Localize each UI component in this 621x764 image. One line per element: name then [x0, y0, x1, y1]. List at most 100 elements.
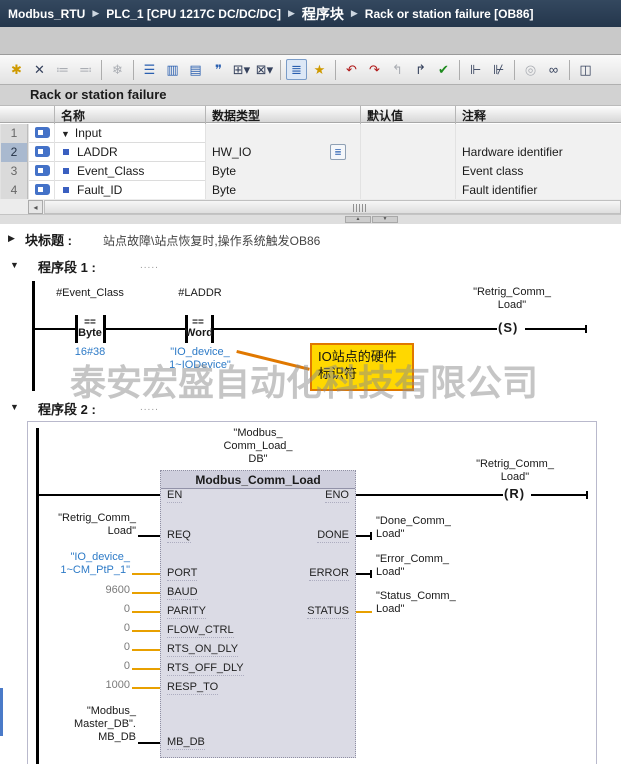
favorites-button[interactable]: ★ — [309, 59, 330, 80]
expand-down-icon[interactable]: ▼ — [10, 260, 19, 270]
network-comments-button[interactable]: ❞ — [208, 59, 229, 80]
network1-label[interactable]: 程序段 1 : — [38, 257, 96, 276]
resp-to-value[interactable]: 1000 — [20, 679, 130, 692]
comment-cell[interactable]: Event class — [455, 162, 621, 181]
absolute-operands-button[interactable]: ▥ — [162, 59, 183, 80]
breadcrumb-item-project[interactable]: Modbus_RTU — [8, 7, 85, 21]
instance-db-name[interactable]: "Modbus_ Comm_Load_ DB" — [183, 427, 333, 466]
rts-on-dly-value[interactable]: 0 — [20, 641, 130, 654]
insert-rung-button[interactable]: ≕ — [75, 59, 96, 80]
default-cell[interactable] — [360, 162, 455, 181]
breadcrumb-separator-icon: ▶ — [288, 8, 295, 19]
expand-right-icon[interactable]: ▶ — [8, 233, 15, 244]
coil-operand[interactable]: "Retrig_Comm_ Load" — [452, 286, 572, 312]
disable-en-eno-button[interactable]: ⊮ — [488, 59, 509, 80]
comment-cell[interactable]: Fault identifier — [455, 181, 621, 200]
network2-label[interactable]: 程序段 2 : — [38, 399, 96, 418]
comment-cell[interactable]: Hardware identifier — [455, 143, 621, 162]
comment-cell[interactable] — [455, 124, 621, 143]
error-operand[interactable]: "Error_Comm_Load" — [376, 553, 486, 579]
mb-db-operand[interactable]: "Modbus_Master_DB".MB_DB — [20, 705, 136, 744]
contact1-type[interactable]: Byte — [72, 327, 108, 340]
go-to-next-error-button[interactable]: ↱ — [410, 59, 431, 80]
set-coil[interactable]: (S) — [498, 320, 518, 335]
contact1-compare-value[interactable]: 16#38 — [60, 346, 120, 359]
hscroll-grip[interactable] — [353, 204, 366, 212]
column-header-default[interactable]: 默认值 — [360, 106, 455, 124]
rts-off-dly-value[interactable]: 0 — [20, 660, 130, 673]
redo-button[interactable]: ↷ — [364, 59, 385, 80]
comment-callout[interactable]: IO站点的硬件 标识符 — [310, 343, 414, 391]
undo-button[interactable]: ↶ — [341, 59, 362, 80]
parity-value[interactable]: 0 — [20, 603, 130, 616]
row-expander-icon[interactable]: ▼ — [61, 129, 70, 139]
contact2-type[interactable]: Word — [180, 327, 218, 340]
pin-flow-ctrl: FLOW_CTRL — [167, 624, 234, 638]
type-cell[interactable]: Byte — [205, 162, 360, 181]
insert-empty-rung-button[interactable]: ≔ — [52, 59, 73, 80]
flow-ctrl-value[interactable]: 0 — [20, 622, 130, 635]
type-cell[interactable]: HW_IO ≣ — [205, 143, 360, 162]
name-cell[interactable]: LADDR — [54, 143, 205, 162]
hscroll-track[interactable] — [44, 200, 621, 214]
editor-toolbar: ✱ ✕ ≔ ≕ ❄ ☰ ▥ ▤ ❞ ⊞▾ ⊠▾ ≣ ★ ↶ ↷ ↰ ↱ ✔ ⊩ … — [0, 55, 621, 85]
baud-value[interactable]: 9600 — [20, 584, 130, 597]
breadcrumb-item-program-blocks[interactable]: 程序块 — [302, 4, 344, 24]
column-header-datatype[interactable]: 数据类型 — [205, 106, 360, 124]
name-cell[interactable]: Fault_ID — [54, 181, 205, 200]
table-row: 1 ▼Input — [0, 124, 621, 143]
expand-down-icon[interactable]: ▼ — [10, 402, 19, 412]
pin-resp-to: RESP_TO — [167, 681, 218, 695]
default-cell[interactable] — [360, 143, 455, 162]
go-to-previous-error-button[interactable]: ↰ — [387, 59, 408, 80]
req-operand[interactable]: "Retrig_Comm_Load" — [20, 512, 136, 538]
type-cell[interactable]: Byte — [205, 181, 360, 200]
io-tag-icon — [28, 143, 54, 162]
insert-network-button[interactable]: ✱ — [6, 59, 27, 80]
reset-coil-operand[interactable]: "Retrig_Comm_Load" — [455, 458, 575, 484]
keep-actual-values-button[interactable]: ❄ — [107, 59, 128, 80]
breadcrumb-item-block[interactable]: Rack or station failure [OB86] — [365, 7, 534, 21]
collapse-networks-button[interactable]: ☰ — [139, 59, 160, 80]
modbus-comm-load-block[interactable]: Modbus_Comm_Load EN REQ PORT BAUD PARITY… — [160, 470, 356, 758]
splitter-down-button[interactable]: ▼ — [372, 216, 398, 223]
fb-title: Modbus_Comm_Load — [161, 471, 355, 489]
delete-network-button[interactable]: ✕ — [29, 59, 50, 80]
symbolic-operands-button[interactable]: ▤ — [185, 59, 206, 80]
insert-box-button[interactable]: ⊞▾ — [231, 59, 252, 80]
name-cell[interactable]: ▼Input — [54, 124, 205, 143]
scroll-left-button[interactable]: ◂ — [28, 200, 43, 214]
type-cell[interactable] — [205, 124, 360, 143]
default-cell[interactable] — [360, 181, 455, 200]
network1-comment-placeholder[interactable]: ..... — [140, 260, 159, 271]
column-header-name[interactable]: 名称 — [54, 106, 205, 124]
pin-eno: ENO — [325, 489, 349, 503]
open-branch-button[interactable]: ≣ — [286, 59, 307, 80]
contact2-operand[interactable]: #LADDR — [150, 287, 250, 300]
status-operand[interactable]: "Status_Comm_Load" — [376, 590, 486, 616]
consistency-check-button[interactable]: ✔ — [433, 59, 454, 80]
error-tick — [370, 570, 372, 578]
enable-en-eno-button[interactable]: ⊩ — [465, 59, 486, 80]
contact1-operand[interactable]: #Event_Class — [40, 287, 140, 300]
splitter-up-button[interactable]: ▲ — [345, 216, 371, 223]
status-wire — [356, 611, 372, 613]
insert-coil-button[interactable]: ⊠▾ — [254, 59, 275, 80]
breadcrumb-item-plc[interactable]: PLC_1 [CPU 1217C DC/DC/DC] — [106, 7, 281, 21]
done-operand[interactable]: "Done_Comm_Load" — [376, 515, 486, 541]
reset-coil[interactable]: (R) — [504, 486, 525, 501]
port-operand[interactable]: "IO_device_1~CM_PtP_1" — [20, 551, 130, 577]
breadcrumb: Modbus_RTU ▶ PLC_1 [CPU 1217C DC/DC/DC] … — [0, 0, 621, 27]
pin-error: ERROR — [309, 567, 349, 581]
column-header-comment[interactable]: 注释 — [455, 106, 621, 124]
network2-comment-placeholder[interactable]: ..... — [140, 402, 159, 413]
row-number: 4 — [0, 181, 28, 200]
monitoring-glasses-button[interactable]: ∞ — [543, 59, 564, 80]
default-cell[interactable] — [360, 124, 455, 143]
block-title-text[interactable]: 站点故障\站点恢复时,操作系统触发OB86 — [103, 232, 320, 249]
find-replace-button[interactable]: ◎ — [520, 59, 541, 80]
name-cell[interactable]: Event_Class — [54, 162, 205, 181]
type-picker-button[interactable]: ≣ — [330, 144, 346, 160]
left-edge-indicator — [0, 688, 3, 736]
split-editor-button[interactable]: ◫ — [575, 59, 596, 80]
